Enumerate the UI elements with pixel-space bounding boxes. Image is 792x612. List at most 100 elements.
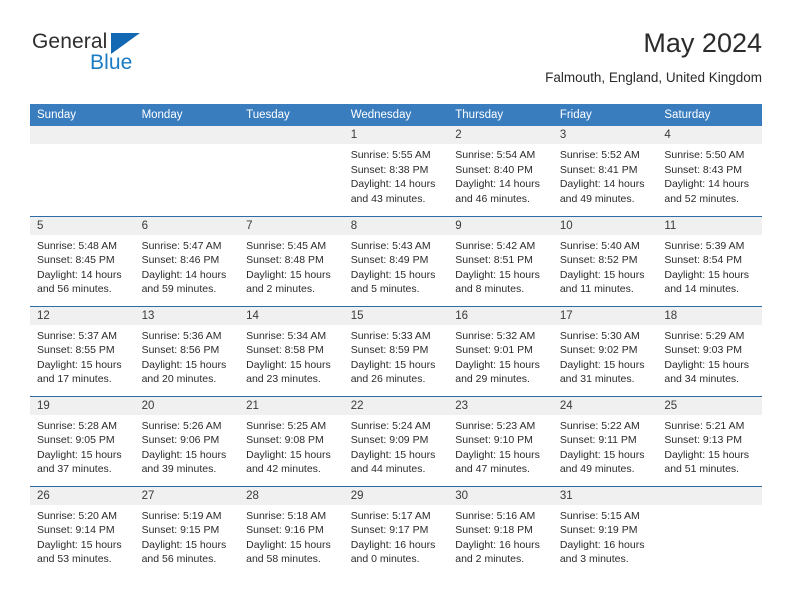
day-cell-details: Sunrise: 5:43 AM Sunset: 8:49 PM Daylight:… bbox=[344, 235, 449, 297]
calendar-day-cell[interactable]: 1 Sunrise: 5:55 AM Sunset: 8:38 PM Daylight… bbox=[343, 126, 449, 216]
sunrise-time: Sunrise: 5:21 AM bbox=[664, 419, 745, 432]
daylight-duration-line1: Daylight: 14 hours bbox=[350, 178, 436, 191]
daylight-duration-line2: and 11 minutes. bbox=[559, 283, 634, 296]
daylight-duration-line2: and 53 minutes. bbox=[37, 553, 112, 566]
day-cell-details: Sunrise: 5:17 AM Sunset: 9:17 PM Daylight:… bbox=[344, 505, 449, 567]
sunset-time: Sunset: 9:08 PM bbox=[246, 434, 324, 447]
sunrise-time: Sunrise: 5:34 AM bbox=[246, 329, 327, 342]
calendar-day-cell[interactable]: 16 Sunrise: 5:32 AM Sunset: 9:01 PM Dayligh… bbox=[448, 305, 553, 396]
sunset-time: Sunset: 9:03 PM bbox=[664, 344, 743, 357]
daylight-duration-line2: and 26 minutes. bbox=[350, 373, 426, 386]
day-cell-details: Sunrise: 5:52 AM Sunset: 8:41 PM Daylight:… bbox=[553, 144, 658, 206]
calendar-day-cell[interactable]: 13 Sunrise: 5:36 AM Sunset: 8:56 PM Dayligh… bbox=[134, 305, 240, 396]
day-cell-inner: 9 Sunrise: 5:42 AM Sunset: 8:51 PM Daylight… bbox=[448, 216, 553, 306]
page-title: May 2024 bbox=[643, 28, 762, 58]
day-number: 20 bbox=[134, 396, 240, 415]
calendar-day-cell[interactable]: 7 Sunrise: 5:45 AM Sunset: 8:48 PM Daylight… bbox=[239, 215, 344, 306]
sunrise-time: Sunrise: 5:15 AM bbox=[559, 509, 640, 522]
calendar-day-cell[interactable]: 22 Sunrise: 5:24 AM Sunset: 9:09 PM Dayligh… bbox=[343, 395, 449, 486]
day-number: 19 bbox=[30, 396, 135, 415]
day-cell-details: Sunrise: 5:34 AM Sunset: 8:58 PM Daylight:… bbox=[239, 325, 344, 387]
sunrise-time: Sunrise: 5:39 AM bbox=[664, 239, 745, 252]
sunset-time: Sunset: 9:13 PM bbox=[664, 434, 743, 447]
sunrise-time: Sunrise: 5:20 AM bbox=[37, 509, 117, 522]
calendar-day-cell[interactable]: 14 Sunrise: 5:34 AM Sunset: 8:58 PM Dayligh… bbox=[239, 305, 344, 396]
day-cell-details: Sunrise: 5:22 AM Sunset: 9:11 PM Daylight:… bbox=[553, 415, 658, 477]
calendar-day-cell[interactable]: 9 Sunrise: 5:42 AM Sunset: 8:51 PM Daylight… bbox=[448, 215, 553, 306]
calendar-day-cell[interactable]: 6 Sunrise: 5:47 AM Sunset: 8:46 PM Daylight… bbox=[134, 215, 240, 306]
day-cell-details: Sunrise: 5:33 AM Sunset: 8:59 PM Daylight:… bbox=[344, 325, 449, 387]
daylight-duration-line2: and 49 minutes. bbox=[559, 463, 635, 476]
calendar-day-cell[interactable]: 3 Sunrise: 5:52 AM Sunset: 8:41 PM Daylight… bbox=[552, 126, 658, 216]
calendar-day-cell[interactable]: 2 Sunrise: 5:54 AM Sunset: 8:40 PM Daylight… bbox=[448, 126, 553, 216]
day-cell-inner: 21 Sunrise: 5:25 AM Sunset: 9:08 PM Dayligh… bbox=[239, 396, 344, 486]
calendar-day-cell[interactable]: 10 Sunrise: 5:40 AM Sunset: 8:52 PM Dayligh… bbox=[552, 215, 658, 306]
calendar-day-cell[interactable]: 28 Sunrise: 5:18 AM Sunset: 9:16 PM Dayligh… bbox=[239, 485, 344, 576]
day-cell-inner: 22 Sunrise: 5:24 AM Sunset: 9:09 PM Dayligh… bbox=[343, 396, 449, 486]
sunset-time: Sunset: 9:18 PM bbox=[455, 524, 533, 537]
daylight-duration-line1: Daylight: 16 hours bbox=[559, 538, 645, 551]
day-cell-inner: 8 Sunrise: 5:43 AM Sunset: 8:49 PM Daylight… bbox=[343, 216, 449, 306]
day-cell-inner: 4 Sunrise: 5:50 AM Sunset: 8:43 PM Daylight… bbox=[657, 126, 762, 216]
calendar-week-row: 12 Sunrise: 5:37 AM Sunset: 8:55 PM Dayligh… bbox=[30, 305, 762, 396]
daylight-duration-line1: Daylight: 15 hours bbox=[455, 448, 540, 461]
sunrise-time: Sunrise: 5:47 AM bbox=[141, 239, 222, 252]
logo[interactable]: General Blue bbox=[30, 30, 230, 86]
calendar-day-cell[interactable]: 25 Sunrise: 5:21 AM Sunset: 9:13 PM Dayligh… bbox=[657, 395, 762, 486]
calendar-day-cell[interactable]: 4 Sunrise: 5:50 AM Sunset: 8:43 PM Daylight… bbox=[657, 126, 762, 216]
day-number: 24 bbox=[552, 396, 658, 415]
day-cell-inner: 10 Sunrise: 5:40 AM Sunset: 8:52 PM Dayligh… bbox=[552, 216, 658, 306]
sunset-time: Sunset: 9:14 PM bbox=[37, 524, 115, 537]
sunset-time: Sunset: 8:54 PM bbox=[664, 254, 743, 267]
day-number: 31 bbox=[552, 486, 658, 505]
day-number: 17 bbox=[552, 306, 658, 325]
day-cell-inner: 30 Sunrise: 5:16 AM Sunset: 9:18 PM Dayligh… bbox=[448, 486, 553, 577]
calendar-day-cell[interactable]: 15 Sunrise: 5:33 AM Sunset: 8:59 PM Dayligh… bbox=[343, 305, 449, 396]
daylight-duration-line2: and 3 minutes. bbox=[559, 553, 629, 566]
calendar-day-cell[interactable]: 21 Sunrise: 5:25 AM Sunset: 9:08 PM Dayligh… bbox=[239, 395, 344, 486]
daylight-duration-line1: Daylight: 15 hours bbox=[37, 358, 122, 371]
sunset-time: Sunset: 9:10 PM bbox=[455, 434, 533, 447]
sunrise-time: Sunrise: 5:36 AM bbox=[141, 329, 222, 342]
sunset-time: Sunset: 9:17 PM bbox=[350, 524, 429, 537]
day-cell-inner: 6 Sunrise: 5:47 AM Sunset: 8:46 PM Daylight… bbox=[134, 216, 240, 306]
daylight-duration-line2: and 8 minutes. bbox=[455, 283, 525, 296]
calendar-day-cell[interactable]: 17 Sunrise: 5:30 AM Sunset: 9:02 PM Dayligh… bbox=[552, 305, 658, 396]
sunrise-time: Sunrise: 5:23 AM bbox=[455, 419, 536, 432]
page-header: General Blue May 2024 Falmouth, England,… bbox=[30, 26, 762, 98]
calendar-day-cell[interactable]: 26 Sunrise: 5:20 AM Sunset: 9:14 PM Dayligh… bbox=[30, 485, 135, 576]
day-cell-inner: 2 Sunrise: 5:54 AM Sunset: 8:40 PM Daylight… bbox=[448, 126, 553, 216]
calendar-day-cell[interactable]: 5 Sunrise: 5:48 AM Sunset: 8:45 PM Daylight… bbox=[30, 215, 135, 306]
sunset-time: Sunset: 8:48 PM bbox=[246, 254, 324, 267]
sunset-time: Sunset: 8:59 PM bbox=[350, 344, 429, 357]
day-cell-inner: 19 Sunrise: 5:28 AM Sunset: 9:05 PM Dayligh… bbox=[30, 396, 135, 486]
day-cell-details: Sunrise: 5:30 AM Sunset: 9:02 PM Daylight:… bbox=[553, 325, 658, 387]
calendar-day-cell[interactable]: 23 Sunrise: 5:23 AM Sunset: 9:10 PM Dayligh… bbox=[448, 395, 553, 486]
day-cell-details: Sunrise: 5:37 AM Sunset: 8:55 PM Daylight:… bbox=[30, 325, 135, 387]
calendar-day-cell[interactable]: 11 Sunrise: 5:39 AM Sunset: 8:54 PM Dayligh… bbox=[657, 215, 762, 306]
daylight-duration-line1: Daylight: 15 hours bbox=[246, 448, 331, 461]
calendar-day-cell[interactable]: 31 Sunrise: 5:15 AM Sunset: 9:19 PM Dayligh… bbox=[552, 485, 658, 576]
daylight-duration-line1: Daylight: 15 hours bbox=[559, 358, 645, 371]
calendar-day-cell[interactable]: 20 Sunrise: 5:26 AM Sunset: 9:06 PM Dayligh… bbox=[134, 395, 240, 486]
calendar-day-cell[interactable]: 18 Sunrise: 5:29 AM Sunset: 9:03 PM Dayligh… bbox=[657, 305, 762, 396]
day-cell-inner: 13 Sunrise: 5:36 AM Sunset: 8:56 PM Dayligh… bbox=[134, 306, 240, 396]
logo-text-blue: Blue bbox=[90, 51, 133, 74]
day-cell-inner: 27 Sunrise: 5:19 AM Sunset: 9:15 PM Dayligh… bbox=[134, 486, 240, 577]
day-cell-inner: 23 Sunrise: 5:23 AM Sunset: 9:10 PM Dayligh… bbox=[448, 396, 553, 486]
sunset-time: Sunset: 9:06 PM bbox=[141, 434, 220, 447]
calendar-day-cell[interactable]: 8 Sunrise: 5:43 AM Sunset: 8:49 PM Daylight… bbox=[343, 215, 449, 306]
calendar-week-row: 26 Sunrise: 5:20 AM Sunset: 9:14 PM Dayligh… bbox=[30, 485, 762, 577]
calendar-day-cell[interactable]: 19 Sunrise: 5:28 AM Sunset: 9:05 PM Dayligh… bbox=[30, 395, 135, 486]
day-cell-inner: 15 Sunrise: 5:33 AM Sunset: 8:59 PM Dayligh… bbox=[343, 306, 449, 396]
calendar-day-cell[interactable]: 12 Sunrise: 5:37 AM Sunset: 8:55 PM Dayligh… bbox=[30, 305, 135, 396]
calendar-day-cell[interactable]: 29 Sunrise: 5:17 AM Sunset: 9:17 PM Dayligh… bbox=[343, 485, 449, 576]
calendar-day-cell[interactable]: 24 Sunrise: 5:22 AM Sunset: 9:11 PM Dayligh… bbox=[552, 395, 658, 486]
sunset-time: Sunset: 9:02 PM bbox=[559, 344, 638, 357]
sunset-time: Sunset: 9:09 PM bbox=[350, 434, 429, 447]
sunset-time: Sunset: 9:11 PM bbox=[559, 434, 637, 447]
calendar-day-cell[interactable]: 30 Sunrise: 5:16 AM Sunset: 9:18 PM Dayligh… bbox=[448, 485, 553, 577]
calendar-cell-empty bbox=[657, 485, 762, 576]
calendar-day-cell[interactable]: 27 Sunrise: 5:19 AM Sunset: 9:15 PM Dayligh… bbox=[134, 485, 240, 577]
weekday-header-sunday: Sunday bbox=[30, 104, 135, 126]
